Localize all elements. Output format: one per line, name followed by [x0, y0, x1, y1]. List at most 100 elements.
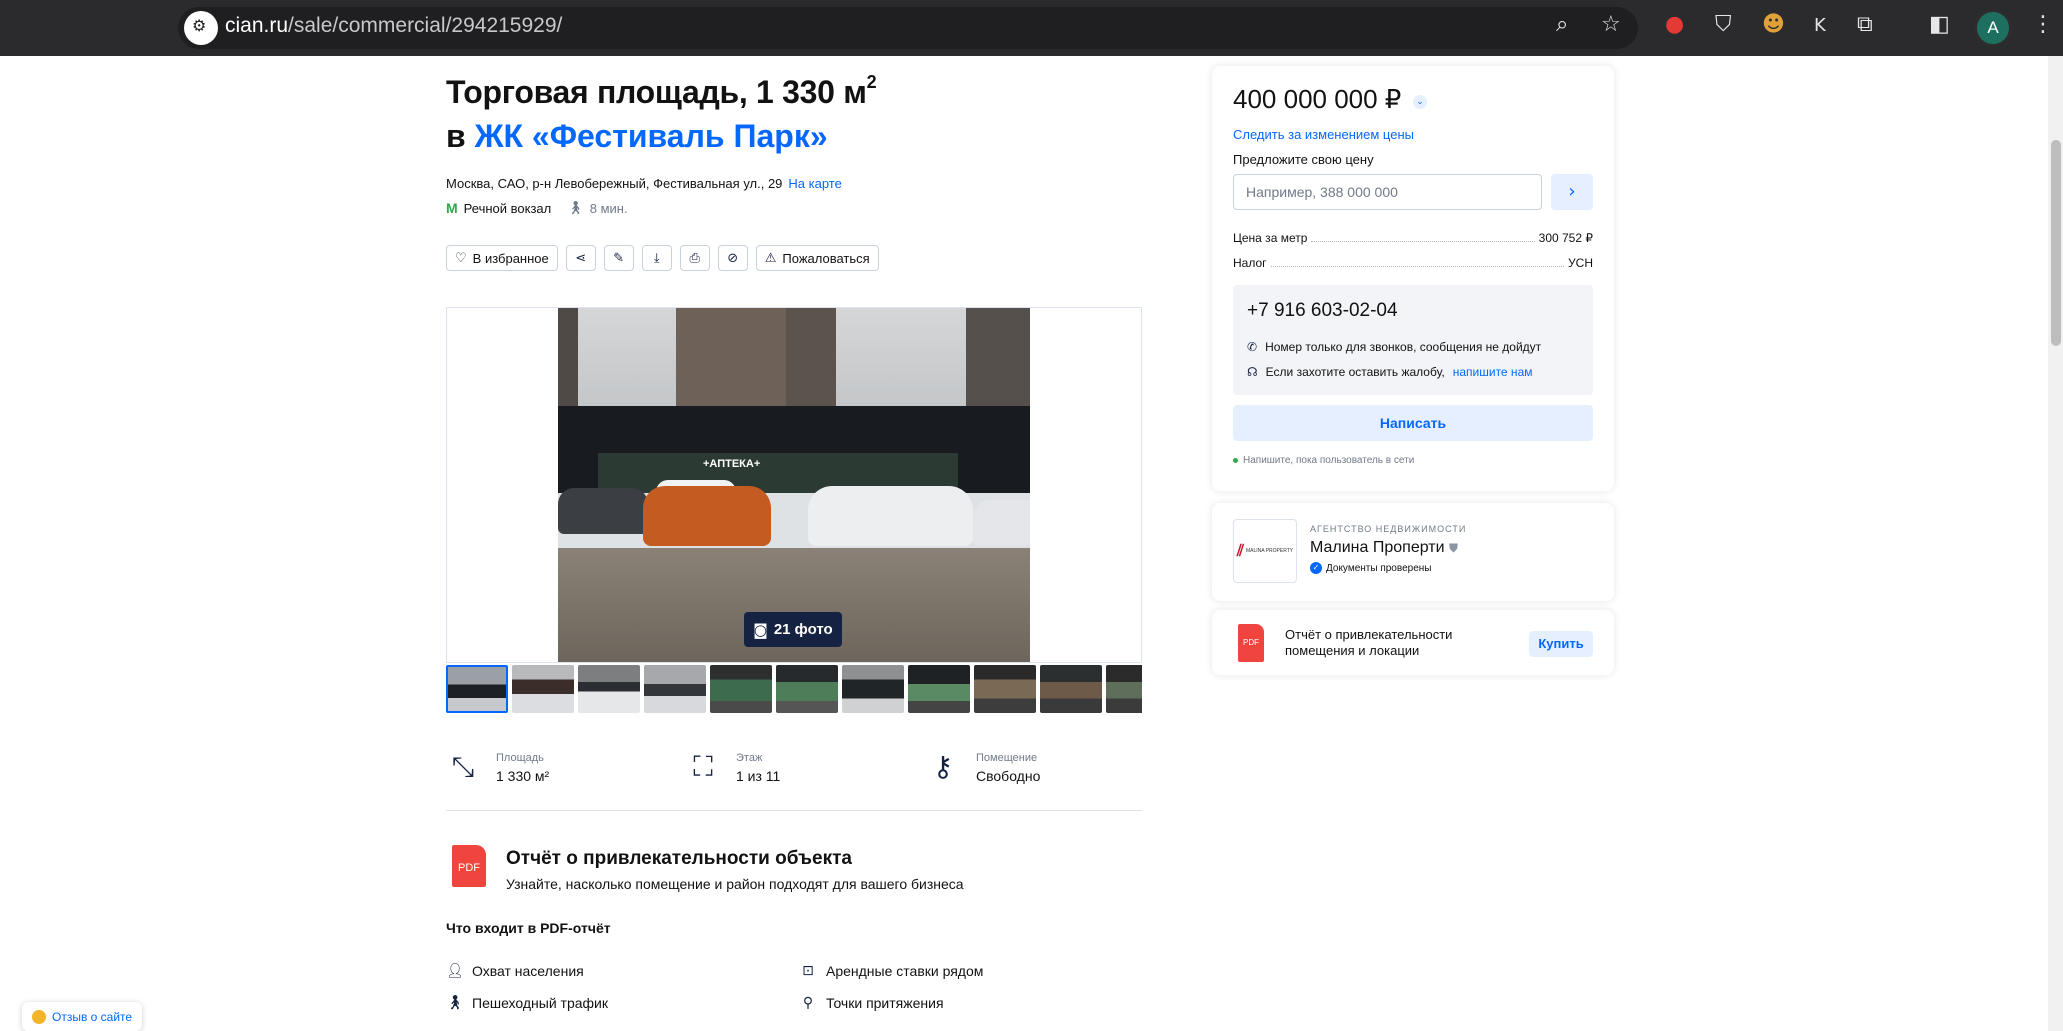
camera-icon: ◙	[753, 620, 768, 639]
feature-item: ⚲ Точки притяжения	[800, 995, 944, 1011]
calls-only-note: ✆ Номер только для звонков, сообщения не …	[1247, 340, 1542, 354]
browser-menu-icon[interactable]: ⋮	[2032, 12, 2054, 37]
param-premises: ⚷ Помещение Свободно	[926, 750, 1041, 784]
share-icon: ⋖	[575, 250, 587, 266]
page-subtitle: в ЖК «Фестиваль Парк»	[446, 118, 828, 154]
online-dot-icon	[1233, 458, 1238, 463]
address: Москва, САО, р-н Левобережный, Фестиваль…	[446, 176, 842, 191]
follow-price-link[interactable]: Следить за изменением цены	[1233, 127, 1414, 142]
pin-icon: ⚲	[802, 995, 814, 1011]
listing-params: ⤡ Площадь 1 330 м² ⛶ Этаж 1 из 11 ⚷ Помеще…	[446, 750, 1142, 810]
thumbnail[interactable]	[842, 665, 904, 713]
url-text[interactable]: cian.ru/sale/commercial/294215929/	[225, 14, 562, 38]
offer-price-input[interactable]: Например, 388 000 000	[1233, 174, 1542, 210]
report-title: Отчёт о привлекательности объекта	[506, 848, 852, 869]
extension-person-icon[interactable]: ☻	[1762, 12, 1785, 37]
site-info-icon[interactable]: ⚙	[184, 11, 218, 45]
agency-logo[interactable]: ⫽ MALINA PROPERTY	[1233, 519, 1297, 583]
extension-k-icon[interactable]: K	[1814, 15, 1826, 36]
thumbnail[interactable]	[776, 665, 838, 713]
smile-icon	[32, 1009, 46, 1024]
walk-icon: 🚶︎	[567, 200, 584, 215]
report-card-text: Отчёт о привлекательности помещения и ло…	[1285, 627, 1453, 658]
tax-row: Налог УСН	[1233, 256, 1593, 270]
photo-count-badge[interactable]: ◙ 21 фото	[744, 612, 842, 647]
feature-item: 🚶︎ Пешеходный трафик	[446, 995, 609, 1011]
param-area: ⤡ Площадь 1 330 м²	[446, 750, 549, 784]
thumbnail[interactable]	[1040, 665, 1102, 713]
extension-adblock-icon[interactable]: ●	[1665, 12, 1684, 37]
metro-icon: M	[446, 200, 458, 216]
price-per-meter-row: Цена за метр 300 752 ₽	[1233, 231, 1593, 245]
check-icon: ✓	[1310, 562, 1322, 574]
feature-item: 👤︎ Охват населения	[446, 963, 584, 979]
warning-icon: ⚠	[764, 250, 777, 266]
divider	[446, 810, 1142, 811]
hide-button[interactable]: ⊘	[717, 245, 748, 271]
scrollbar-thumb[interactable]	[2051, 140, 2061, 346]
agency-type: АГЕНТСТВО НЕДВИЖИМОСТИ	[1310, 524, 1467, 534]
rent-icon: ⊡	[802, 963, 814, 979]
thumbnail[interactable]	[644, 665, 706, 713]
heart-icon: ♡	[455, 250, 467, 266]
note-button[interactable]: ✎	[603, 245, 634, 271]
pdf-icon: PDF	[452, 845, 486, 887]
page-title: Торговая площадь, 1 330 м2	[446, 72, 877, 110]
bookmark-star-icon[interactable]: ☆	[1601, 12, 1621, 37]
headset-icon: ☊	[1247, 365, 1258, 379]
extension-shield-icon[interactable]: ⛉	[1715, 12, 1732, 37]
download-icon: ⤓	[653, 250, 660, 266]
favorite-button[interactable]: ♡ В избранное	[446, 245, 558, 271]
profile-avatar[interactable]: A	[1974, 9, 2012, 47]
phone-number[interactable]: +7 916 603-02-04	[1247, 300, 1398, 322]
zoom-icon[interactable]: ⌕	[1556, 12, 1568, 37]
agency-name[interactable]: Малина Проперти ⛊	[1310, 539, 1458, 557]
thumbnail[interactable]	[512, 665, 574, 713]
write-button[interactable]: Написать	[1233, 405, 1593, 441]
feature-item: ⊡ Арендные ставки рядом	[800, 963, 983, 979]
report-subtitle: Узнайте, насколько помещение и район под…	[506, 876, 964, 892]
thumbnail[interactable]	[710, 665, 772, 713]
thumbnail-strip	[446, 665, 1142, 715]
thumbnail[interactable]	[974, 665, 1036, 713]
buy-report-button[interactable]: Купить	[1529, 631, 1593, 657]
complain-button[interactable]: ⚠ Пожаловаться	[755, 245, 879, 271]
download-button[interactable]: ⤓	[641, 245, 672, 271]
shield-icon: ⛊	[1448, 541, 1458, 555]
feedback-button[interactable]: Отзыв о сайте	[22, 1002, 143, 1031]
metro-walk-time: 8 мин.	[589, 200, 628, 216]
area-icon: ⤡	[451, 750, 475, 783]
pdf-icon: PDF	[1238, 624, 1264, 662]
write-us-link[interactable]: напишите нам	[1453, 365, 1533, 379]
walk-icon: 🚶︎	[446, 995, 464, 1011]
people-icon: 👤︎	[446, 963, 464, 979]
eye-off-icon: ⊘	[727, 250, 739, 266]
listing-actions: ♡ В избранное ⋖ ✎ ⤓ ⎙ ⊘ ⚠ Пожаловаться	[446, 245, 879, 271]
thumbnail[interactable]	[446, 665, 508, 713]
malina-logo-icon: ⫽	[1236, 541, 1244, 560]
offer-submit-button[interactable]: ›	[1551, 174, 1593, 210]
store-sign: +АПТЕКА+	[703, 458, 761, 470]
documents-verified: ✓ Документы проверены	[1310, 562, 1431, 574]
thumbnail[interactable]	[908, 665, 970, 713]
metro-info: M Речной вокзал 🚶︎ 8 мин.	[446, 200, 628, 216]
complaint-note: ☊ Если захотите оставить жалобу, напишите …	[1247, 365, 1533, 379]
share-button[interactable]: ⋖	[565, 245, 596, 271]
print-icon: ⎙	[689, 250, 700, 266]
phone-icon: ✆	[1247, 340, 1258, 354]
map-link[interactable]: На карте	[788, 176, 841, 191]
thumbnail[interactable]	[578, 665, 640, 713]
print-button[interactable]: ⎙	[679, 245, 710, 271]
thumbnail[interactable]	[1106, 665, 1142, 713]
report-includes-heading: Что входит в PDF-отчёт	[446, 920, 611, 936]
metro-station[interactable]: Речной вокзал	[464, 201, 552, 216]
price-history-chevron-icon[interactable]: ⌄	[1413, 95, 1427, 109]
key-icon: ⚷	[932, 750, 954, 783]
complex-link[interactable]: ЖК «Фестиваль Парк»	[475, 118, 828, 154]
price: 400 000 000 ₽	[1233, 84, 1402, 114]
extensions-puzzle-icon[interactable]: ⧉	[1857, 12, 1873, 37]
side-panel-icon[interactable]: ◧	[1929, 12, 1950, 37]
online-status: Напишите, пока пользователь в сети	[1233, 455, 1414, 466]
stairs-icon: ⛶	[693, 750, 713, 783]
main-photo[interactable]: +АПТЕКА+	[558, 308, 1030, 662]
